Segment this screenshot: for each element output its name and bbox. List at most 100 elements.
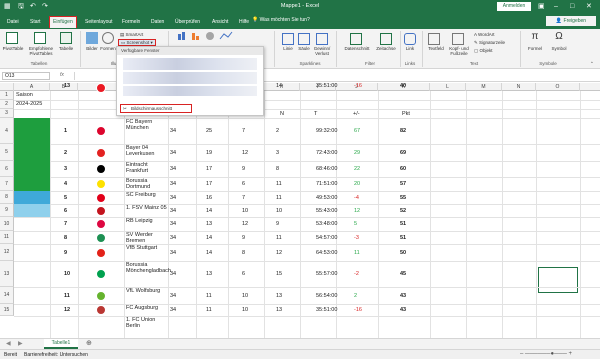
column-header-n[interactable]: N xyxy=(502,83,536,91)
diff-cell: 5 xyxy=(354,221,358,227)
table-button[interactable]: Tabelle xyxy=(56,46,76,51)
column-gridline xyxy=(50,91,51,338)
header-footer-button[interactable]: Kopf- und Fußzeile xyxy=(446,46,472,56)
row-header[interactable]: 6 xyxy=(0,161,14,177)
club-name: Eintracht Frankfurt xyxy=(126,162,149,174)
equation-button[interactable]: Formel xyxy=(526,46,544,51)
textbox-button[interactable]: Textfeld xyxy=(426,46,446,51)
window-thumbnail[interactable] xyxy=(123,58,257,70)
window-thumbnail[interactable] xyxy=(123,86,257,96)
object-button[interactable]: ▢ Objekt xyxy=(474,48,493,53)
smartart-button[interactable]: ▤ SmartArt xyxy=(120,32,143,37)
group-separator xyxy=(80,31,81,67)
header-t: T xyxy=(314,111,318,117)
rank-cell: 13 xyxy=(64,83,71,89)
screenshot-button[interactable]: ▭ Screenshot ▾ xyxy=(118,39,156,46)
screenshot-icon: ▭ xyxy=(121,40,126,45)
row-gridline xyxy=(14,231,600,232)
maximize-icon[interactable]: □ xyxy=(570,1,574,12)
tab-formeln[interactable]: Formeln xyxy=(119,16,143,28)
worksheet-grid[interactable]: ABCDEFGHIJKLMNO 123456789101112131415Sai… xyxy=(0,83,600,338)
column-header-m[interactable]: M xyxy=(466,83,502,91)
signature-button[interactable]: ✎ Signaturzeile xyxy=(474,40,505,45)
charts-icons[interactable] xyxy=(176,31,236,41)
select-all-corner[interactable] xyxy=(0,83,14,91)
close-icon[interactable]: ✕ xyxy=(586,1,592,12)
column-header-a[interactable]: A xyxy=(14,83,50,91)
diff-cell: 2 xyxy=(354,292,358,299)
row-header[interactable]: 2 xyxy=(0,100,14,109)
sheet-next-icon[interactable]: ▶ xyxy=(18,340,23,347)
t-cell: 55:43:00 xyxy=(316,207,338,214)
slicer-button[interactable]: Datenschnitt xyxy=(340,46,374,51)
link-button[interactable]: Link xyxy=(402,46,418,51)
symbol-button[interactable]: Symbol xyxy=(548,46,570,51)
pivottable-button[interactable]: PivotTable xyxy=(2,46,24,51)
tab-hilfe[interactable]: Hilfe xyxy=(236,16,252,28)
u-cell: 6 xyxy=(242,271,246,277)
add-sheet-icon[interactable]: ⊕ xyxy=(86,339,92,347)
name-box[interactable]: O13 xyxy=(2,72,50,80)
tab-daten[interactable]: Daten xyxy=(148,16,167,28)
sparkline-winloss-button[interactable]: Gewinn/ Verlust xyxy=(312,46,332,56)
row-header[interactable]: 10 xyxy=(0,217,14,231)
row-header[interactable]: 15 xyxy=(0,304,14,316)
column-header-o[interactable]: O xyxy=(536,83,580,91)
diff-cell: 12 xyxy=(354,207,361,214)
wordart-button[interactable]: A WordArt xyxy=(474,32,494,37)
tab-ueberpruefen[interactable]: Überprüfen xyxy=(172,16,203,28)
row-header[interactable]: 3 xyxy=(0,109,14,118)
rank-cell: 9 xyxy=(64,249,68,256)
row-header[interactable]: 13 xyxy=(0,261,14,287)
row-header[interactable]: 5 xyxy=(0,144,14,161)
tab-start[interactable]: Start xyxy=(27,16,44,28)
diff-cell: 29 xyxy=(354,149,361,156)
shapes-button[interactable]: Formen xyxy=(98,46,118,51)
collapse-ribbon-icon[interactable]: ⌃ xyxy=(590,61,594,66)
screenshot-label: Screenshot xyxy=(126,40,150,45)
rank-color-bar xyxy=(14,204,50,217)
signin-button[interactable]: Anmelden xyxy=(497,2,531,11)
sparkline-column-button[interactable]: Säule xyxy=(296,46,312,51)
sheet-prev-icon[interactable]: ◀ xyxy=(6,340,11,347)
minimize-icon[interactable]: – xyxy=(554,1,558,12)
tab-einfuegen[interactable]: Einfügen xyxy=(49,16,77,28)
screen-clipping-button[interactable]: ✂ Bildschirmausschnitt xyxy=(120,104,192,113)
tab-ansicht[interactable]: Ansicht xyxy=(209,16,231,28)
n-cell: 13 xyxy=(276,292,283,299)
row-header[interactable]: 8 xyxy=(0,191,14,204)
row-header[interactable]: 7 xyxy=(0,177,14,191)
u-cell: 10 xyxy=(242,207,249,214)
ribbon-tabs: Datei Start Einfügen Seitenlayout Formel… xyxy=(0,14,600,29)
accessibility-status[interactable]: Barrierefreiheit: Untersuchen xyxy=(24,352,88,358)
ribbon: PivotTable Empfohlene PivotTables Tabell… xyxy=(0,29,600,69)
window-thumbnail[interactable] xyxy=(123,72,257,84)
row-header[interactable]: 9 xyxy=(0,204,14,217)
row-header[interactable]: 14 xyxy=(0,287,14,304)
sheet-tab-tabelle1[interactable]: Tabelle1 xyxy=(44,339,78,349)
header-n: N xyxy=(280,111,284,117)
ribbon-options-icon[interactable]: ▣ xyxy=(538,1,545,12)
row-header[interactable]: 1 xyxy=(0,91,14,100)
row-header[interactable]: 11 xyxy=(0,231,14,244)
column-gridline xyxy=(580,91,581,338)
selected-cell[interactable] xyxy=(538,267,578,293)
row-header[interactable]: 4 xyxy=(0,118,14,144)
timeline-button[interactable]: Zeitachse xyxy=(374,46,398,51)
column-gridline xyxy=(264,91,265,338)
column-header-l[interactable]: L xyxy=(430,83,466,91)
title-bar: ▦ 🖫 ↶ ↷ Mappe1 - Excel Anmelden ▣ – □ ✕ xyxy=(0,0,600,14)
fx-icon[interactable]: fx xyxy=(60,72,64,78)
rank-color-bar xyxy=(14,144,50,161)
sparkline-line-button[interactable]: Linie xyxy=(280,46,296,51)
share-button[interactable]: 👤 Freigeben xyxy=(546,16,596,26)
tab-seitenlayout[interactable]: Seitenlayout xyxy=(82,16,116,28)
row-header[interactable]: 12 xyxy=(0,244,14,261)
club-logo-icon xyxy=(96,179,106,189)
n-cell: 11 xyxy=(276,194,282,201)
tell-me-search[interactable]: 💡 Was möchten Sie tun? xyxy=(252,17,310,23)
recommended-pivot-button[interactable]: Empfohlene PivotTables xyxy=(26,46,56,56)
zoom-slider[interactable]: – ──────●─── + xyxy=(520,351,572,357)
group-text: Text xyxy=(469,61,479,66)
tab-datei[interactable]: Datei xyxy=(4,16,22,28)
